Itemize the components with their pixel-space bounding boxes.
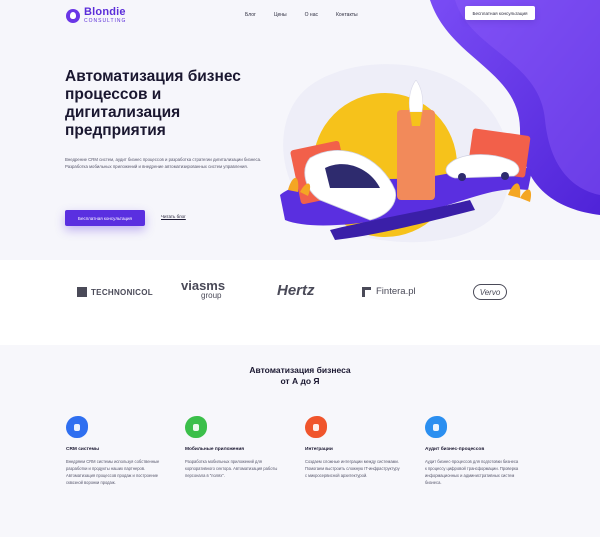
integration-icon bbox=[305, 416, 327, 438]
hero-description: Внедрение CRM систем, аудит бизнес проце… bbox=[65, 156, 280, 170]
hero-description-line: Разработка мобильных приложений и внедре… bbox=[65, 164, 248, 169]
nav-about[interactable]: О нас bbox=[305, 12, 318, 18]
partner-logos: TECHNONICOL viasms group Hertz Fintera.p… bbox=[0, 278, 600, 312]
landing-page: Blondie CONSULTING Блог Цены О нас Конта… bbox=[0, 0, 600, 537]
crm-icon bbox=[66, 416, 88, 438]
nav-blog[interactable]: Блог bbox=[245, 12, 256, 18]
nav-contacts[interactable]: Контакты bbox=[336, 12, 358, 18]
hero-consultation-button[interactable]: Бесплатная консультация bbox=[65, 210, 145, 226]
rocket-shape bbox=[408, 80, 424, 113]
feature-crm: CRM системы Внедряем CRM системы использ… bbox=[66, 416, 162, 486]
partner-technonicol: TECHNONICOL bbox=[77, 287, 153, 297]
partner-viasms-sublabel: group bbox=[201, 291, 222, 300]
feature-title: CRM системы bbox=[66, 447, 100, 452]
partner-viasms: viasms group bbox=[181, 279, 225, 300]
technonicol-icon bbox=[77, 287, 87, 297]
section-title-line: от А до Я bbox=[280, 376, 320, 386]
partner-fintera-label: Fintera.pl bbox=[376, 286, 416, 297]
logo[interactable]: Blondie CONSULTING bbox=[66, 7, 126, 24]
hero-description-line: Внедрение CRM систем, аудит бизнес проце… bbox=[65, 157, 262, 162]
nav-prices[interactable]: Цены bbox=[274, 12, 287, 18]
read-blog-link[interactable]: Читать блог bbox=[161, 214, 186, 219]
section-title: Автоматизация бизнеса от А до Я bbox=[0, 365, 600, 387]
partner-hertz: Hertz bbox=[277, 282, 315, 299]
feature-title: Интеграции bbox=[305, 447, 333, 452]
partner-fintera: Fintera.pl bbox=[362, 286, 416, 297]
feature-audit: Аудит бизнес-процессов Аудит бизнес-проц… bbox=[425, 416, 521, 486]
feature-title: Аудит бизнес-процессов bbox=[425, 447, 485, 452]
hero-title: Автоматизация бизнес процессов и дигитал… bbox=[65, 68, 241, 139]
feature-integrations: Интеграции Создаем сложные интеграции ме… bbox=[305, 416, 401, 479]
mobile-icon bbox=[185, 416, 207, 438]
feature-text: Создаем сложные интеграции между система… bbox=[305, 459, 400, 478]
partner-technonicol-label: TECHNONICOL bbox=[91, 287, 153, 297]
logo-icon bbox=[66, 8, 80, 23]
feature-text: Аудит бизнес-процессов для подготовки би… bbox=[425, 459, 519, 485]
hero-illustration bbox=[280, 80, 532, 240]
feature-mobile: Мобильные приложения Разработка мобильны… bbox=[185, 416, 281, 479]
feature-title: Мобильные приложения bbox=[185, 447, 245, 452]
section-title-line: Автоматизация бизнеса bbox=[249, 365, 351, 375]
logo-name: Blondie bbox=[84, 6, 126, 18]
fintera-icon bbox=[362, 286, 371, 297]
partner-vervo: Vervo bbox=[473, 284, 507, 300]
logo-subtitle: CONSULTING bbox=[84, 18, 127, 24]
header-consultation-button[interactable]: Бесплатная консультация bbox=[465, 6, 535, 20]
feature-text: Разработка мобильных приложений для корп… bbox=[185, 459, 278, 478]
audit-icon bbox=[425, 416, 447, 438]
feature-text: Внедряем CRM системы используя собственн… bbox=[66, 459, 160, 485]
main-nav: Блог Цены О нас Контакты bbox=[245, 12, 376, 18]
